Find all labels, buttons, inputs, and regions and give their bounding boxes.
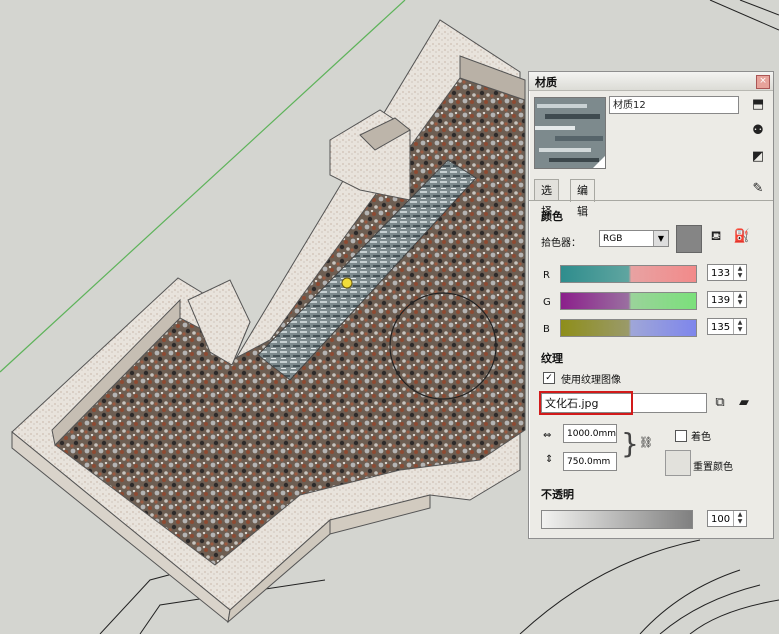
use-texture-checkbox[interactable]: ✓ (543, 372, 555, 384)
reset-color-button[interactable] (665, 450, 691, 476)
tab-select[interactable]: 选择 (534, 179, 559, 218)
panel-title: 材质 (535, 76, 557, 89)
b-label: B (543, 324, 550, 335)
color-picker-label: 拾色器： (541, 238, 581, 249)
stepper-icon[interactable]: ▲ ▼ (733, 265, 746, 280)
opacity-value-field[interactable]: 100 ▲ ▼ (707, 510, 747, 527)
stepper-icon[interactable]: ▲ ▼ (733, 292, 746, 307)
colorize-checkbox[interactable] (675, 430, 687, 442)
stepper-icon[interactable]: ▲ ▼ (733, 511, 746, 526)
aspect-link-icon[interactable]: ⛓ (637, 434, 655, 452)
b-slider[interactable] (560, 319, 697, 337)
material-name-field[interactable]: 材质12 (609, 96, 739, 114)
edit-texture-icon[interactable]: ⧉ (711, 394, 729, 412)
g-label: G (543, 297, 551, 308)
color-section-title: 颜色 (541, 210, 563, 223)
height-arrow-icon: ⇕ (545, 454, 554, 465)
reset-color-label: 重置颜色 (693, 462, 733, 473)
materials-panel: 材质 × 材质12 ⬒ ⚉ ◩ 选择 编辑 ✎ 颜色 拾色器： RGB ▼ ⛾ … (528, 71, 774, 539)
sample-paint-icon[interactable]: ⚉ (749, 122, 767, 140)
b-value: 135 (711, 322, 731, 333)
create-material-icon[interactable]: ⬒ (749, 96, 767, 114)
texture-section-title: 纹理 (541, 352, 563, 365)
color-swatch (676, 225, 702, 253)
tab-edit[interactable]: 编辑 (570, 179, 595, 218)
r-label: R (543, 270, 550, 281)
color-picker-select[interactable]: RGB ▼ (599, 230, 669, 247)
match-color-icon[interactable]: ⛽ (733, 228, 751, 246)
opacity-section-title: 不透明 (541, 488, 574, 501)
width-arrow-icon: ⇔ (543, 430, 552, 441)
color-picker-value: RGB (603, 234, 623, 244)
r-slider[interactable] (560, 265, 697, 283)
highlight-box (539, 391, 633, 415)
opacity-slider[interactable] (541, 510, 693, 529)
texture-width-field[interactable]: 1000.0mm (563, 424, 617, 443)
tab-divider (529, 200, 773, 201)
close-icon[interactable]: × (756, 75, 770, 89)
use-texture-label: 使用纹理图像 (561, 375, 621, 386)
g-slider[interactable] (560, 292, 697, 310)
texture-height-field[interactable]: 750.0mm (563, 452, 617, 471)
r-value-field[interactable]: 133 ▲ ▼ (707, 264, 747, 281)
material-thumbnail (534, 97, 606, 169)
b-value-field[interactable]: 135 ▲ ▼ (707, 318, 747, 335)
opacity-value: 100 (711, 514, 731, 525)
colorize-label: 着色 (691, 432, 711, 443)
paint-bucket-icon[interactable]: ⛾ (707, 228, 725, 246)
g-value: 139 (711, 295, 731, 306)
browse-folder-icon[interactable]: ▰ (735, 394, 753, 412)
r-value: 133 (711, 268, 731, 279)
panel-titlebar[interactable]: 材质 × (529, 72, 773, 91)
toggle-panel-icon[interactable]: ◩ (749, 148, 767, 166)
g-value-field[interactable]: 139 ▲ ▼ (707, 291, 747, 308)
chevron-down-icon: ▼ (653, 231, 668, 246)
stepper-icon[interactable]: ▲ ▼ (733, 319, 746, 334)
eyedropper-icon[interactable]: ✎ (749, 180, 767, 198)
